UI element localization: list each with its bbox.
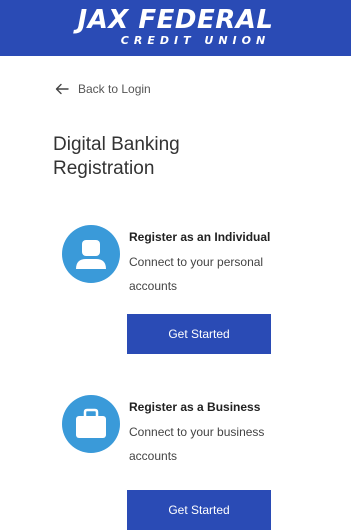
individual-get-started-button[interactable]: Get Started xyxy=(127,314,271,354)
briefcase-icon xyxy=(62,395,120,453)
business-get-started-button[interactable]: Get Started xyxy=(127,490,271,530)
business-card-title: Register as a Business xyxy=(129,400,261,414)
individual-card-description: Connect to your personal accounts xyxy=(129,255,264,293)
logo-main-text: JAX FEDERAL xyxy=(77,5,274,35)
jax-federal-logo: JAX FEDERAL CREDIT UNION xyxy=(0,6,351,48)
business-card-description: Connect to your business accounts xyxy=(129,425,265,463)
person-icon xyxy=(62,225,120,283)
arrow-left-icon xyxy=(55,83,69,95)
back-to-login-link[interactable]: Back to Login xyxy=(55,82,151,96)
page-title: Digital Banking Registration xyxy=(53,134,180,179)
logo-sub-text: CREDIT UNION xyxy=(120,34,271,47)
app-header: JAX FEDERAL CREDIT UNION xyxy=(0,0,351,56)
individual-card-title: Register as an Individual xyxy=(129,230,271,244)
back-link-label: Back to Login xyxy=(78,82,151,96)
